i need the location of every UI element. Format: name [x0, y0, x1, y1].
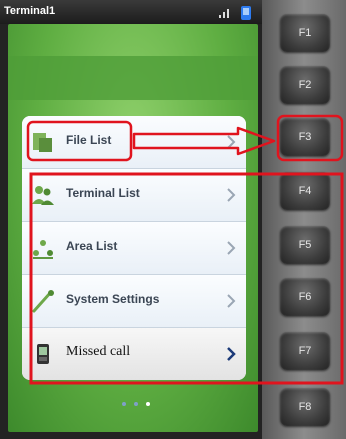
phone-icon [37, 344, 49, 364]
f7-key[interactable]: F7 [280, 332, 330, 370]
menu-item-label: Area List [66, 239, 118, 253]
phone-status-icon [241, 6, 251, 20]
page-indicator [116, 400, 156, 408]
file-icon [33, 133, 52, 152]
users-icon [32, 186, 54, 205]
f6-key[interactable]: F6 [280, 278, 330, 316]
menu-item-system-settings[interactable]: System Settings [22, 275, 246, 328]
chevron-right-icon [227, 294, 236, 308]
f2-key[interactable]: F2 [280, 66, 330, 104]
menu-item-label: Terminal List [66, 186, 140, 200]
menu-item-file-list[interactable]: File List [22, 116, 246, 169]
menu-item-terminal-list[interactable]: Terminal List [22, 169, 246, 222]
page-dot-active [146, 402, 150, 406]
signal-icon [219, 9, 229, 18]
f3-key[interactable]: F3 [280, 118, 330, 156]
status-title: Terminal1 [4, 5, 56, 17]
f4-key[interactable]: F4 [280, 172, 330, 210]
area-icon [33, 240, 53, 259]
menu-item-label: System Settings [66, 292, 160, 306]
function-keypad: F1 F2 F3 F4 F5 F6 F7 F8 [262, 0, 346, 439]
menu-item-area-list[interactable]: Area List [22, 222, 246, 275]
device-screen: Terminal1 File List Terminal List Area L… [0, 0, 262, 439]
f1-key[interactable]: F1 [280, 14, 330, 52]
f5-key[interactable]: F5 [280, 226, 330, 264]
menu-panel: File List Terminal List Area List System… [22, 116, 246, 380]
page-dot [134, 402, 138, 406]
chevron-right-icon [227, 135, 236, 149]
menu-item-missed-call[interactable]: Missed call [22, 328, 246, 380]
menu-item-label: File List [66, 133, 112, 147]
chevron-right-icon [227, 188, 236, 202]
settings-icon [32, 290, 54, 313]
f8-key[interactable]: F8 [280, 388, 330, 426]
menu-item-label: Missed call [66, 344, 131, 359]
widget-area [8, 56, 258, 100]
status-bar: Terminal1 [0, 0, 262, 24]
chevron-right-icon [227, 347, 236, 361]
chevron-right-icon [227, 241, 236, 255]
page-dot [122, 402, 126, 406]
